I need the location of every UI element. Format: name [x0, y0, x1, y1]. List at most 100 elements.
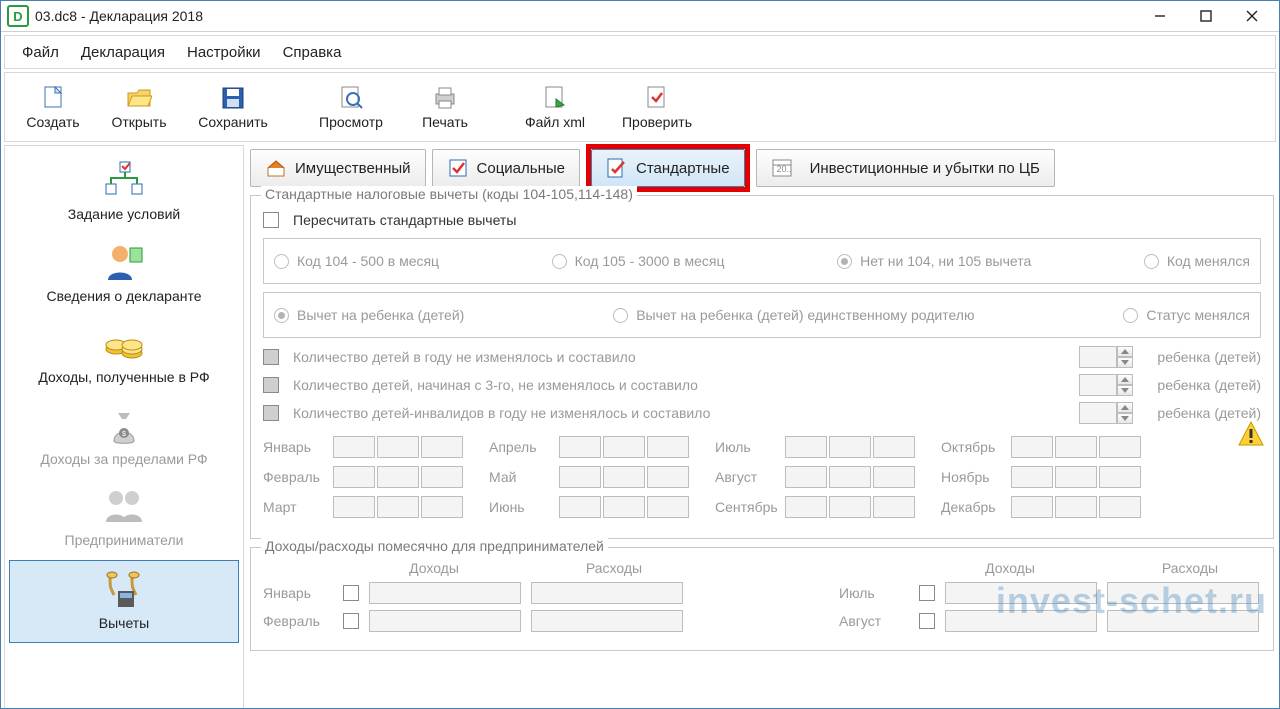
- month-label: Июль: [839, 585, 909, 601]
- sidebar-item-income-rf[interactable]: Доходы, полученные в РФ: [9, 315, 239, 397]
- month-label: Январь: [263, 439, 327, 455]
- chk-month: [343, 613, 359, 629]
- tb-filexml[interactable]: Файл xml: [507, 78, 603, 136]
- sidebar-item-conditions[interactable]: Задание условий: [9, 152, 239, 234]
- expense-input: [531, 610, 683, 632]
- month-input: [377, 436, 419, 458]
- conditions-icon: [102, 158, 146, 202]
- month-label: Май: [489, 469, 553, 485]
- expense-input: [1107, 610, 1259, 632]
- chk-recalc[interactable]: [263, 212, 279, 228]
- income-input: [945, 610, 1097, 632]
- month-label: Август: [839, 613, 909, 629]
- radio-label: Вычет на ребенка (детей) единственному р…: [636, 307, 974, 323]
- titlebar: D 03.dc8 - Декларация 2018: [1, 1, 1279, 32]
- radio-label: Вычет на ребенка (детей): [297, 307, 464, 323]
- sidebar-item-declarant[interactable]: Сведения о декларанте: [9, 234, 239, 316]
- menu-settings[interactable]: Настройки: [178, 41, 270, 64]
- month-label: Март: [263, 499, 327, 515]
- month-input: [333, 436, 375, 458]
- chk-kids-disabled: [263, 405, 279, 421]
- menu-declaration[interactable]: Декларация: [72, 41, 174, 64]
- month-label: Январь: [263, 585, 333, 601]
- chk-month: [343, 585, 359, 601]
- spin-kids-from3: [1079, 374, 1133, 396]
- tb-preview[interactable]: Просмотр: [303, 78, 399, 136]
- chk-kids-from3: [263, 377, 279, 393]
- form-check-icon: [606, 157, 628, 179]
- month-label: Ноябрь: [941, 469, 1005, 485]
- month-label: Февраль: [263, 469, 327, 485]
- tb-filexml-label: Файл xml: [525, 114, 585, 130]
- coins-icon: [102, 321, 146, 365]
- sidebar-item-income-abroad[interactable]: $ Доходы за пределами РФ: [9, 397, 239, 479]
- deductions-icon: [102, 567, 146, 611]
- svg-text:$: $: [122, 431, 126, 438]
- tab-invest[interactable]: 20.. Инвестиционные и убытки по ЦБ: [756, 149, 1055, 187]
- tb-create[interactable]: Создать: [13, 78, 93, 136]
- app-icon: D: [7, 5, 29, 27]
- tb-print[interactable]: Печать: [405, 78, 485, 136]
- tb-save[interactable]: Сохранить: [185, 78, 281, 136]
- tb-check-label: Проверить: [622, 114, 692, 130]
- tabbar: Имущественный Социальные Стандартные 20.…: [248, 145, 1276, 191]
- tab-property[interactable]: Имущественный: [250, 149, 426, 187]
- label: Количество детей, начиная с 3-го, не изм…: [293, 377, 1065, 393]
- tb-open[interactable]: Открыть: [99, 78, 179, 136]
- radio-label: Статус менялся: [1146, 307, 1250, 323]
- tab-social[interactable]: Социальные: [432, 149, 580, 187]
- radio-child-single: [613, 308, 628, 323]
- chk-recalc-label: Пересчитать стандартные вычеты: [293, 212, 516, 228]
- month-input: [421, 436, 463, 458]
- close-button[interactable]: [1229, 1, 1275, 31]
- warning-icon: [1237, 420, 1265, 448]
- spin-kids-count: [1079, 346, 1133, 368]
- group-entrepreneur: Доходы/расходы помесячно для предпринима…: [250, 547, 1274, 651]
- maximize-button[interactable]: [1183, 1, 1229, 31]
- invest-badge: 20..: [777, 164, 792, 174]
- col-header: Доходы: [349, 560, 519, 576]
- suffix-label: ребенка (детей): [1157, 349, 1261, 365]
- tab-label: Имущественный: [295, 160, 411, 177]
- sidebar-item-label: Предприниматели: [65, 532, 184, 550]
- house-icon: [265, 157, 287, 179]
- income-input: [369, 582, 521, 604]
- chk-month: [919, 613, 935, 629]
- label: Количество детей в году не изменялось и …: [293, 349, 1065, 365]
- col-header: Расходы: [529, 560, 699, 576]
- sidebar-item-deductions[interactable]: Вычеты: [9, 560, 239, 644]
- entrepreneurs-icon: [102, 484, 146, 528]
- xml-file-icon: [541, 84, 569, 112]
- tb-open-label: Открыть: [112, 114, 167, 130]
- sidebar-item-entrepreneurs[interactable]: Предприниматели: [9, 478, 239, 560]
- tab-label: Инвестиционные и убытки по ЦБ: [810, 160, 1040, 177]
- month-label: Декабрь: [941, 499, 1005, 515]
- sidebar: Задание условий Сведения о декларанте До…: [4, 145, 244, 709]
- menu-file[interactable]: Файл: [13, 41, 68, 64]
- radio-label: Код менялся: [1167, 253, 1250, 269]
- spin-up-icon: [1117, 346, 1133, 357]
- menu-help[interactable]: Справка: [274, 41, 351, 64]
- month-label: Сентябрь: [715, 499, 779, 515]
- radio-label: Код 104 - 500 в месяц: [297, 253, 439, 269]
- month-label: Июнь: [489, 499, 553, 515]
- tb-check[interactable]: Проверить: [609, 78, 705, 136]
- main-panel: Имущественный Социальные Стандартные 20.…: [248, 145, 1276, 709]
- sidebar-item-label: Вычеты: [99, 615, 150, 633]
- minimize-button[interactable]: [1137, 1, 1183, 31]
- tb-print-label: Печать: [422, 114, 468, 130]
- month-label: Февраль: [263, 613, 333, 629]
- tb-create-label: Создать: [26, 114, 79, 130]
- checkbox-icon: [447, 157, 469, 179]
- chk-month: [919, 585, 935, 601]
- group-standard: Стандартные налоговые вычеты (коды 104-1…: [250, 195, 1274, 539]
- window-title: 03.dc8 - Декларация 2018: [35, 8, 203, 24]
- spin-down-icon: [1117, 357, 1133, 368]
- radio-none: [837, 254, 852, 269]
- sidebar-item-label: Задание условий: [68, 206, 180, 224]
- expense-input: [531, 582, 683, 604]
- folder-open-icon: [125, 84, 153, 112]
- month-label: Октябрь: [941, 439, 1005, 455]
- group-legend: Стандартные налоговые вычеты (коды 104-1…: [261, 186, 637, 202]
- tab-standard[interactable]: Стандартные: [591, 149, 745, 187]
